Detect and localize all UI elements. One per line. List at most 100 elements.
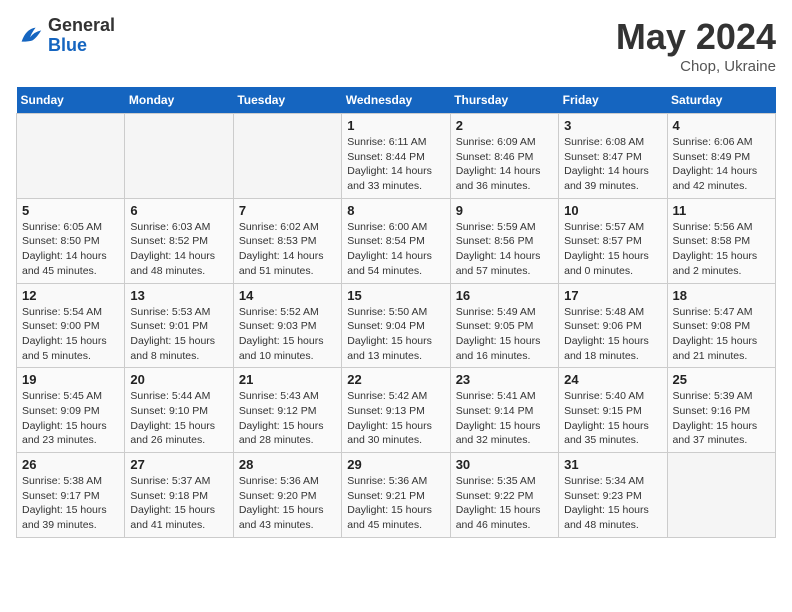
calendar-cell: 14 Sunrise: 5:52 AMSunset: 9:03 PMDayligh…	[233, 283, 341, 368]
calendar-cell: 8Sunrise: 6:00 AMSunset: 8:54 PMDaylight…	[342, 198, 450, 283]
day-info: Sunrise: 5:34 AMSunset: 9:23 PMDaylight:…	[564, 474, 661, 533]
day-number: 23	[456, 372, 553, 387]
day-info: Sunrise: 6:06 AMSunset: 8:49 PMDaylight:…	[673, 135, 770, 194]
day-number: 26	[22, 457, 119, 472]
day-info: Sunrise: 5:41 AMSunset: 9:14 PMDaylight:…	[456, 389, 553, 448]
day-info: Sunrise: 6:05 AMSunset: 8:50 PMDaylight:…	[22, 220, 119, 279]
calendar-cell	[17, 114, 125, 199]
week-row-2: 5Sunrise: 6:05 AMSunset: 8:50 PMDaylight…	[17, 198, 776, 283]
calendar-cell: 18 Sunrise: 5:47 AMSunset: 9:08 PMDayligh…	[667, 283, 775, 368]
day-number: 7	[239, 203, 336, 218]
day-info: Sunrise: 5:52 AMSunset: 9:03 PMDaylight:…	[239, 305, 336, 364]
day-info: Sunrise: 5:35 AMSunset: 9:22 PMDaylight:…	[456, 474, 553, 533]
day-number: 6	[130, 203, 227, 218]
day-number: 27	[130, 457, 227, 472]
day-info: Sunrise: 6:08 AMSunset: 8:47 PMDaylight:…	[564, 135, 661, 194]
day-info: Sunrise: 5:40 AMSunset: 9:15 PMDaylight:…	[564, 389, 661, 448]
day-number: 28	[239, 457, 336, 472]
day-info: Sunrise: 5:37 AMSunset: 9:18 PMDaylight:…	[130, 474, 227, 533]
calendar-cell: 6 Sunrise: 6:03 AMSunset: 8:52 PMDaylight…	[125, 198, 233, 283]
day-info: Sunrise: 5:56 AMSunset: 8:58 PMDaylight:…	[673, 220, 770, 279]
day-info: Sunrise: 6:03 AMSunset: 8:52 PMDaylight:…	[130, 220, 227, 279]
day-info: Sunrise: 5:38 AMSunset: 9:17 PMDaylight:…	[22, 474, 119, 533]
calendar-cell: 9 Sunrise: 5:59 AMSunset: 8:56 PMDaylight…	[450, 198, 558, 283]
day-number: 30	[456, 457, 553, 472]
day-info: Sunrise: 5:36 AMSunset: 9:21 PMDaylight:…	[347, 474, 444, 533]
day-info: Sunrise: 6:02 AMSunset: 8:53 PMDaylight:…	[239, 220, 336, 279]
day-number: 18	[673, 288, 770, 303]
calendar-cell: 10Sunrise: 5:57 AMSunset: 8:57 PMDayligh…	[559, 198, 667, 283]
day-info: Sunrise: 5:45 AMSunset: 9:09 PMDaylight:…	[22, 389, 119, 448]
calendar-cell: 16 Sunrise: 5:49 AMSunset: 9:05 PMDayligh…	[450, 283, 558, 368]
calendar-cell: 19 Sunrise: 5:45 AMSunset: 9:09 PMDayligh…	[17, 368, 125, 453]
calendar-cell: 3 Sunrise: 6:08 AMSunset: 8:47 PMDaylight…	[559, 114, 667, 199]
day-number: 12	[22, 288, 119, 303]
day-info: Sunrise: 5:43 AMSunset: 9:12 PMDaylight:…	[239, 389, 336, 448]
weekday-header-thursday: Thursday	[450, 87, 558, 114]
weekday-header-friday: Friday	[559, 87, 667, 114]
month-title: May 2024	[616, 16, 776, 58]
day-info: Sunrise: 5:59 AMSunset: 8:56 PMDaylight:…	[456, 220, 553, 279]
day-number: 16	[456, 288, 553, 303]
day-number: 31	[564, 457, 661, 472]
day-number: 11	[673, 203, 770, 218]
calendar-cell: 31 Sunrise: 5:34 AMSunset: 9:23 PMDayligh…	[559, 453, 667, 538]
day-number: 17	[564, 288, 661, 303]
calendar-cell: 30 Sunrise: 5:35 AMSunset: 9:22 PMDayligh…	[450, 453, 558, 538]
day-number: 3	[564, 118, 661, 133]
day-info: Sunrise: 6:11 AMSunset: 8:44 PMDaylight:…	[347, 135, 444, 194]
location: Chop, Ukraine	[616, 58, 776, 75]
day-info: Sunrise: 5:44 AMSunset: 9:10 PMDaylight:…	[130, 389, 227, 448]
calendar-cell: 29 Sunrise: 5:36 AMSunset: 9:21 PMDayligh…	[342, 453, 450, 538]
day-info: Sunrise: 5:47 AMSunset: 9:08 PMDaylight:…	[673, 305, 770, 364]
calendar-cell: 4 Sunrise: 6:06 AMSunset: 8:49 PMDaylight…	[667, 114, 775, 199]
week-row-1: 1 Sunrise: 6:11 AMSunset: 8:44 PMDaylight…	[17, 114, 776, 199]
day-number: 1	[347, 118, 444, 133]
calendar-cell: 26 Sunrise: 5:38 AMSunset: 9:17 PMDayligh…	[17, 453, 125, 538]
weekday-header-saturday: Saturday	[667, 87, 775, 114]
day-number: 25	[673, 372, 770, 387]
weekday-header-row: SundayMondayTuesdayWednesdayThursdayFrid…	[17, 87, 776, 114]
day-number: 9	[456, 203, 553, 218]
calendar-cell	[667, 453, 775, 538]
day-number: 8	[347, 203, 444, 218]
weekday-header-wednesday: Wednesday	[342, 87, 450, 114]
day-number: 13	[130, 288, 227, 303]
day-info: Sunrise: 5:42 AMSunset: 9:13 PMDaylight:…	[347, 389, 444, 448]
day-info: Sunrise: 6:09 AMSunset: 8:46 PMDaylight:…	[456, 135, 553, 194]
week-row-3: 12Sunrise: 5:54 AMSunset: 9:00 PMDayligh…	[17, 283, 776, 368]
calendar-cell: 28 Sunrise: 5:36 AMSunset: 9:20 PMDayligh…	[233, 453, 341, 538]
day-info: Sunrise: 5:53 AMSunset: 9:01 PMDaylight:…	[130, 305, 227, 364]
calendar-cell: 5Sunrise: 6:05 AMSunset: 8:50 PMDaylight…	[17, 198, 125, 283]
logo-line1: General	[48, 16, 115, 36]
calendar-cell: 2 Sunrise: 6:09 AMSunset: 8:46 PMDaylight…	[450, 114, 558, 199]
day-info: Sunrise: 5:48 AMSunset: 9:06 PMDaylight:…	[564, 305, 661, 364]
day-number: 22	[347, 372, 444, 387]
day-info: Sunrise: 5:36 AMSunset: 9:20 PMDaylight:…	[239, 474, 336, 533]
calendar-cell: 7 Sunrise: 6:02 AMSunset: 8:53 PMDaylight…	[233, 198, 341, 283]
page-header: General Blue May 2024 Chop, Ukraine	[16, 16, 776, 75]
calendar-cell	[125, 114, 233, 199]
weekday-header-tuesday: Tuesday	[233, 87, 341, 114]
calendar-cell	[233, 114, 341, 199]
week-row-4: 19 Sunrise: 5:45 AMSunset: 9:09 PMDayligh…	[17, 368, 776, 453]
week-row-5: 26 Sunrise: 5:38 AMSunset: 9:17 PMDayligh…	[17, 453, 776, 538]
day-number: 4	[673, 118, 770, 133]
day-info: Sunrise: 5:39 AMSunset: 9:16 PMDaylight:…	[673, 389, 770, 448]
day-number: 19	[22, 372, 119, 387]
day-info: Sunrise: 5:50 AMSunset: 9:04 PMDaylight:…	[347, 305, 444, 364]
day-info: Sunrise: 5:49 AMSunset: 9:05 PMDaylight:…	[456, 305, 553, 364]
day-number: 2	[456, 118, 553, 133]
calendar: SundayMondayTuesdayWednesdayThursdayFrid…	[16, 87, 776, 538]
calendar-cell: 17 Sunrise: 5:48 AMSunset: 9:06 PMDayligh…	[559, 283, 667, 368]
calendar-cell: 25 Sunrise: 5:39 AMSunset: 9:16 PMDayligh…	[667, 368, 775, 453]
calendar-cell: 12Sunrise: 5:54 AMSunset: 9:00 PMDayligh…	[17, 283, 125, 368]
weekday-header-sunday: Sunday	[17, 87, 125, 114]
day-number: 29	[347, 457, 444, 472]
calendar-cell: 1 Sunrise: 6:11 AMSunset: 8:44 PMDaylight…	[342, 114, 450, 199]
day-number: 21	[239, 372, 336, 387]
calendar-cell: 11 Sunrise: 5:56 AMSunset: 8:58 PMDayligh…	[667, 198, 775, 283]
day-number: 14	[239, 288, 336, 303]
day-number: 20	[130, 372, 227, 387]
logo-icon	[16, 22, 44, 50]
